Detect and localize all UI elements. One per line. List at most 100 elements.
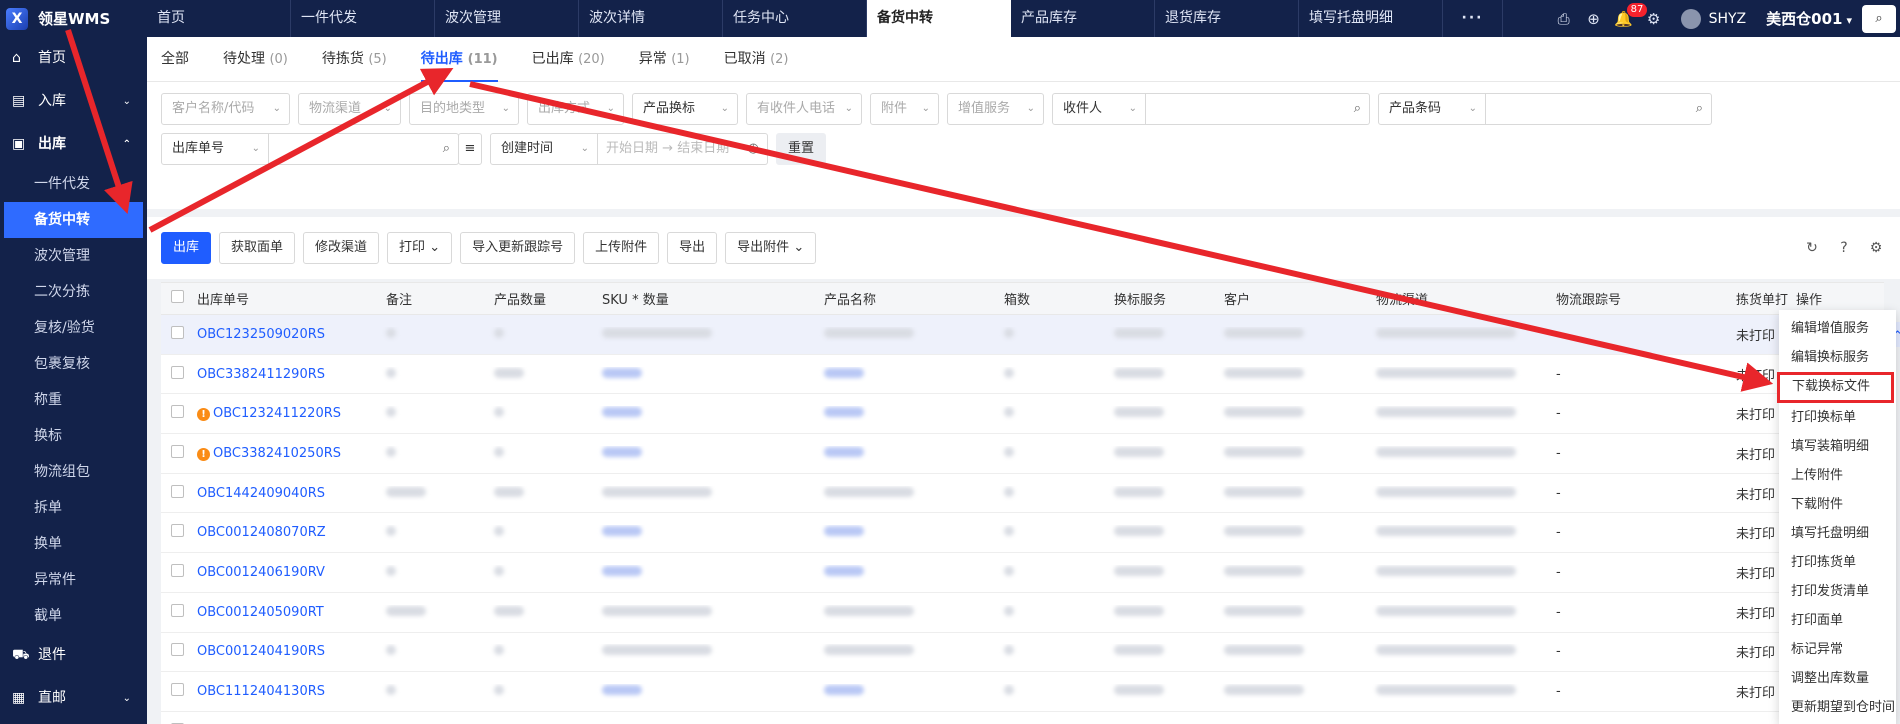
table-row[interactable]: OBC0012408070RZ-未打印确 xyxy=(161,513,1884,554)
warehouse-selector[interactable]: 美西仓001 ▾ xyxy=(1766,8,1852,29)
sidebar-item-relabel[interactable]: 换标 xyxy=(0,418,147,454)
row-checkbox[interactable] xyxy=(161,444,191,462)
menu-item[interactable]: 打印换标单 xyxy=(1779,403,1896,432)
destination-type-select[interactable]: 目的地类型 ⌄ xyxy=(409,92,519,125)
sidebar-item-returns[interactable]: ⛟ 退件 xyxy=(0,634,147,677)
order-no-link[interactable]: OBC1232509020RS xyxy=(197,327,325,342)
top-tab-more[interactable]: ··· xyxy=(1443,0,1503,37)
table-row[interactable]: OBC0012404190RS-未打印确 xyxy=(161,633,1884,673)
time-type-select[interactable]: 创建时间 ⌄ xyxy=(490,132,598,165)
order-no-cell[interactable]: OBC0012405090RT xyxy=(191,605,378,620)
sidebar-item-home[interactable]: ⌂ 首页 xyxy=(0,37,147,80)
batch-input-icon[interactable]: ≡ xyxy=(458,132,482,165)
menu-item[interactable]: 打印拣货单 xyxy=(1779,548,1896,577)
table-row[interactable]: OBC0012406190RV-未打印确 xyxy=(161,553,1884,593)
menu-item[interactable]: 下载换标文件 xyxy=(1777,372,1894,403)
row-checkbox[interactable] xyxy=(161,325,191,343)
column-settings-icon[interactable]: ⚙ xyxy=(1860,240,1892,256)
sidebar-item-secondary-sort[interactable]: 二次分拣 xyxy=(0,274,147,310)
sidebar-item-package-review[interactable]: 包裹复核 xyxy=(0,346,147,382)
order-no-cell[interactable]: OBC1112404130RS xyxy=(191,684,378,699)
menu-item[interactable]: 打印发货清单 xyxy=(1779,577,1896,606)
attachment-select[interactable]: 附件 ⌄ xyxy=(870,92,939,125)
row-checkbox[interactable] xyxy=(161,365,191,383)
order-no-link[interactable]: OBC3382410250RS xyxy=(213,446,341,461)
order-no-cell[interactable]: OBC0012406190RV xyxy=(191,565,378,580)
tab-to-ship[interactable]: 待出库 (11) xyxy=(420,37,498,82)
export-button[interactable]: 导出 xyxy=(667,232,718,264)
row-checkbox[interactable] xyxy=(161,643,191,660)
menu-item[interactable]: 调整出库数量 xyxy=(1779,664,1896,693)
has-phone-select[interactable]: 有收件人电话 ⌄ xyxy=(746,92,862,125)
sidebar-item-stock-transfer[interactable]: 备货中转 xyxy=(4,202,143,238)
sidebar-item-dropship[interactable]: 一件代发 xyxy=(0,166,147,202)
order-no-cell[interactable]: OBC0012408070RZ xyxy=(191,525,378,540)
get-label-button[interactable]: 获取面单 xyxy=(219,232,296,264)
outbound-button[interactable]: 出库 xyxy=(161,232,212,264)
menu-item[interactable]: 编辑换标服务 xyxy=(1779,343,1896,372)
reset-button[interactable]: 重置 xyxy=(776,132,827,165)
menu-item[interactable]: 更新期望到仓时间 xyxy=(1779,693,1896,722)
row-checkbox[interactable] xyxy=(161,603,191,621)
download-icon[interactable]: ⊕ xyxy=(1579,0,1609,37)
top-tab-wave-detail[interactable]: 波次详情 xyxy=(579,0,723,37)
sidebar-item-wave-management[interactable]: 波次管理 xyxy=(0,238,147,274)
table-row[interactable]: !OBC3382410250RS-未打印确 xyxy=(161,434,1884,474)
sidebar-item-inbound[interactable]: ▤ 入库 ⌄ xyxy=(0,80,147,123)
recipient-input[interactable]: ⌕ xyxy=(1146,92,1370,125)
top-tab-product-inventory[interactable]: 产品库存 xyxy=(1011,0,1155,37)
sidebar-item-review[interactable]: 复核/验货 xyxy=(0,310,147,346)
table-row[interactable]: OBC0012405090RT-未打印确 xyxy=(161,593,1884,633)
outbound-method-select[interactable]: 出库方式 ⌄ xyxy=(527,92,624,125)
order-no-link[interactable]: OBC0012408070RZ xyxy=(197,525,326,540)
table-row[interactable]: OBC3382411290RS-未打印确 xyxy=(161,355,1884,395)
tab-shipped[interactable]: 已出库 (20) xyxy=(532,37,605,82)
date-range-picker[interactable]: 开始日期 → 结束日期 ◷ xyxy=(598,132,768,165)
order-no-input[interactable]: ⌕ xyxy=(269,132,459,165)
tab-cancelled[interactable]: 已取消 (2) xyxy=(724,37,789,82)
sidebar-item-outbound[interactable]: ▣ 出库 ⌃ xyxy=(0,123,147,166)
change-channel-button[interactable]: 修改渠道 xyxy=(303,232,380,264)
sidebar-item-split-order[interactable]: 拆单 xyxy=(0,490,147,526)
menu-item[interactable]: 标记异常 xyxy=(1779,635,1896,664)
barcode-input[interactable]: ⌕ xyxy=(1486,92,1712,125)
refresh-icon[interactable]: ↻ xyxy=(1796,240,1828,256)
row-checkbox[interactable] xyxy=(161,563,191,581)
tab-to-pick[interactable]: 待拣货 (5) xyxy=(322,37,387,82)
sidebar-item-direct-mail[interactable]: ▦ 直邮 ⌄ xyxy=(0,677,147,720)
table-row[interactable]: OBC1232509020RS-未打印确认出库操作 ⌃ xyxy=(161,315,1900,355)
export-attachment-button[interactable]: 导出附件 ⌄ xyxy=(725,232,817,264)
top-tab-return-inventory[interactable]: 退货库存 xyxy=(1155,0,1299,37)
sidebar-item-intercept[interactable]: 截单 xyxy=(0,598,147,634)
print-icon[interactable]: ⎙ xyxy=(1549,0,1579,37)
tab-exception[interactable]: 异常 (1) xyxy=(639,37,690,82)
order-no-cell[interactable]: ! OBC1232411220RS xyxy=(191,406,378,422)
sidebar-item-weigh[interactable]: 称重 xyxy=(0,382,147,418)
product-relabel-select[interactable]: 产品换标 ⌄ xyxy=(632,92,738,125)
top-tab-stock-transfer[interactable]: 备货中转 xyxy=(867,0,1011,37)
recipient-type-select[interactable]: 收件人 ⌄ xyxy=(1052,92,1146,125)
app-logo[interactable]: X 领星WMS xyxy=(0,0,147,37)
table-row[interactable]: OBC1442409040RS-未打印确 xyxy=(161,474,1884,514)
order-no-cell[interactable]: OBC1232509020RS xyxy=(191,327,378,342)
tab-all[interactable]: 全部 xyxy=(161,37,189,82)
top-tab-dropship[interactable]: 一件代发 xyxy=(291,0,435,37)
sidebar-item-swap-order[interactable]: 换单 xyxy=(0,526,147,562)
table-row[interactable]: OBC0012303310RV-未打印确 xyxy=(161,712,1884,724)
order-no-cell[interactable]: OBC0012404190RS xyxy=(191,644,378,659)
order-no-cell[interactable]: OBC1442409040RS xyxy=(191,486,378,501)
menu-item[interactable]: 下载附件 xyxy=(1779,490,1896,519)
order-no-link[interactable]: OBC1232411220RS xyxy=(213,406,341,421)
gear-icon[interactable]: ⚙ xyxy=(1639,0,1669,37)
order-no-link[interactable]: OBC1442409040RS xyxy=(197,486,325,501)
sidebar-item-exception[interactable]: 异常件 xyxy=(0,562,147,598)
order-no-cell[interactable]: ! OBC3382410250RS xyxy=(191,446,378,461)
menu-item[interactable]: 上传附件 xyxy=(1779,461,1896,490)
order-no-type-select[interactable]: 出库单号 ⌄ xyxy=(161,132,269,165)
table-row[interactable]: !OBC1232411220RS-未打印确 xyxy=(161,394,1884,435)
print-button[interactable]: 打印 ⌄ xyxy=(387,232,453,264)
row-checkbox[interactable] xyxy=(161,524,191,541)
customer-select[interactable]: 客户名称/代码 ⌄ xyxy=(161,92,290,125)
order-no-link[interactable]: OBC0012404190RS xyxy=(197,644,325,659)
table-row[interactable]: OBC1112404130RS-未打印确 xyxy=(161,672,1884,712)
